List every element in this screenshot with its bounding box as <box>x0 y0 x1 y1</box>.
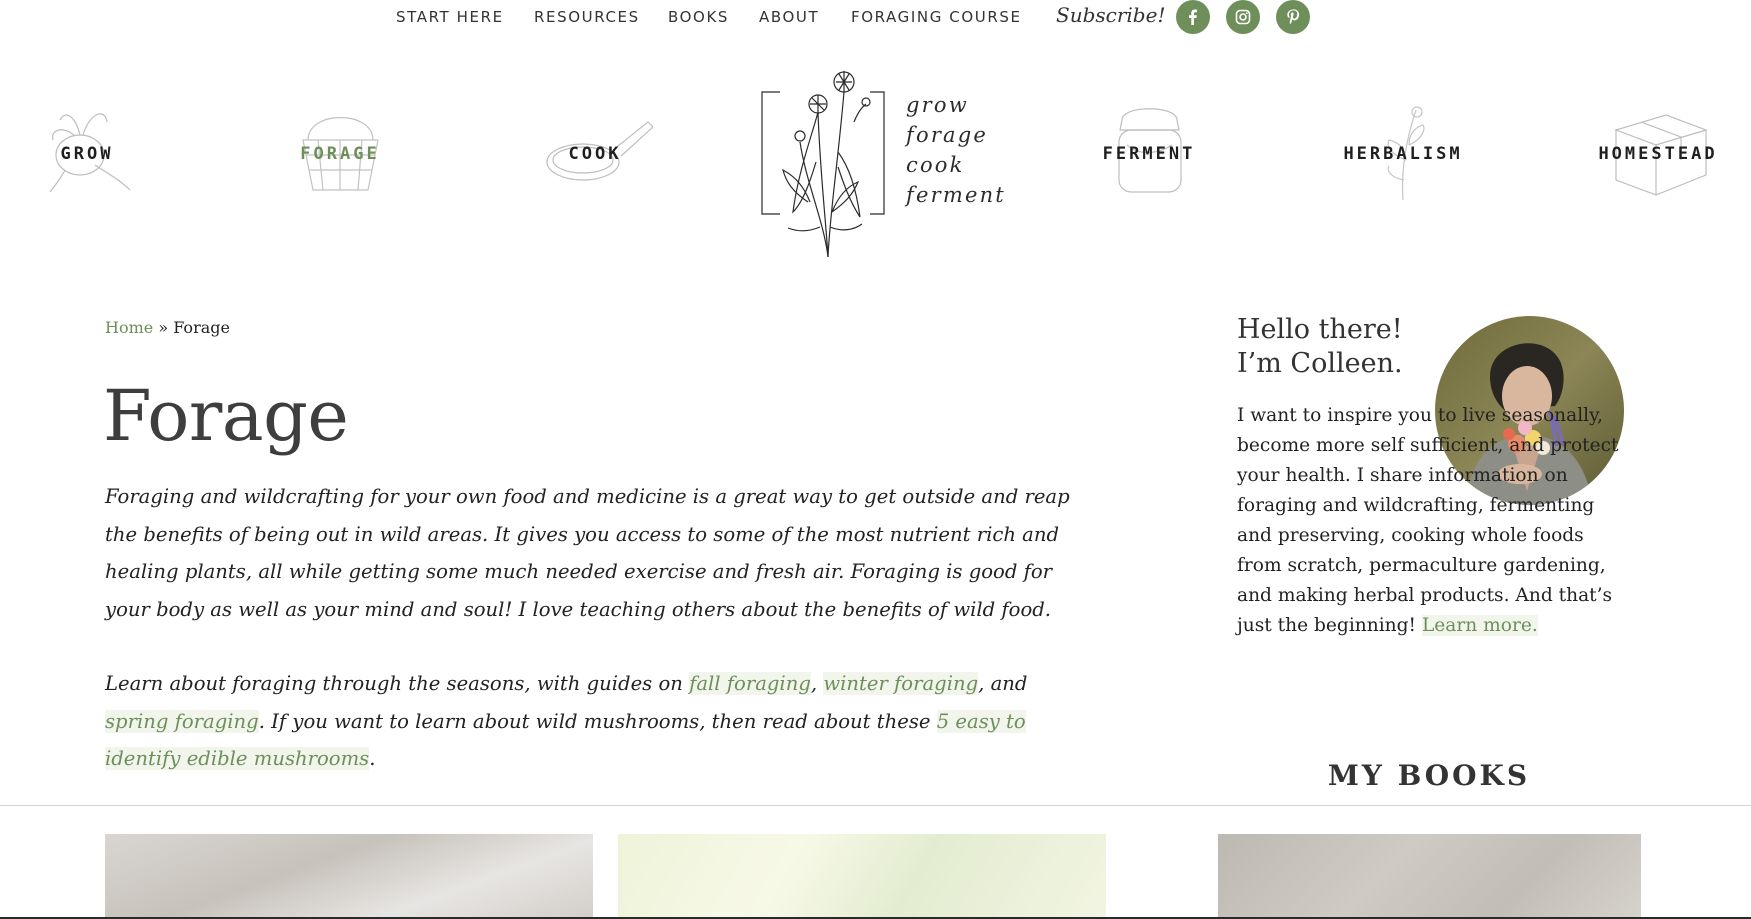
page-title: Forage <box>103 375 349 457</box>
category-ferment-label: FERMENT <box>1102 144 1196 164</box>
category-herbalism-label: HERBALISM <box>1343 144 1463 164</box>
sidebar-greeting: Hello there! I’m Colleen. <box>1237 313 1403 381</box>
category-cook-label: COOK <box>568 144 622 164</box>
guides-text-4: . If you want to learn about wild mushro… <box>258 709 937 733</box>
author-intro: I want to inspire you to live seasonally… <box>1237 401 1629 641</box>
logo-word-forage: forage <box>906 123 989 147</box>
intro-paragraph: Foraging and wildcrafting for your own f… <box>105 485 1070 621</box>
learn-more-link[interactable]: Learn more. <box>1421 615 1538 636</box>
nav-books[interactable]: BOOKS <box>668 8 729 26</box>
breadcrumb-home-link[interactable]: Home <box>105 318 153 337</box>
author-intro-text: I want to inspire you to live seasonally… <box>1237 405 1619 636</box>
guides-text-5: . <box>369 747 376 770</box>
guides-text-3: , and <box>978 672 1028 695</box>
site-logo[interactable]: grow forage cook ferment <box>758 52 1008 258</box>
winter-foraging-link[interactable]: winter foraging <box>823 672 979 695</box>
facebook-icon[interactable] <box>1176 0 1210 34</box>
category-forage-label: FORAGE <box>300 144 380 164</box>
instagram-icon[interactable] <box>1226 0 1260 34</box>
post-thumbnail-1[interactable] <box>105 834 593 919</box>
category-homestead[interactable]: HOMESTEAD <box>1588 100 1728 210</box>
nav-resources[interactable]: RESOURCES <box>534 8 640 26</box>
logo-word-grow: grow <box>906 93 969 117</box>
fall-foraging-link[interactable]: fall foraging <box>689 672 811 695</box>
pinterest-icon[interactable] <box>1276 0 1310 34</box>
greeting-line-1: Hello there! <box>1237 314 1403 345</box>
spring-foraging-link[interactable]: spring foraging <box>105 709 259 733</box>
my-books-heading: MY BOOKS <box>1327 759 1531 792</box>
guides-text-1: Learn about foraging through the seasons… <box>105 672 690 695</box>
breadcrumb-separator: » <box>153 318 174 337</box>
nav-about[interactable]: ABOUT <box>759 8 819 26</box>
dandelion-logo-icon <box>761 71 885 258</box>
post-thumbnail-2[interactable] <box>618 834 1106 919</box>
breadcrumb-current: Forage <box>173 318 230 337</box>
greeting-line-2: I’m Colleen. <box>1237 348 1403 379</box>
category-grow[interactable]: GROW <box>17 100 157 210</box>
section-divider <box>0 805 1751 806</box>
category-herbalism[interactable]: HERBALISM <box>1333 100 1473 210</box>
category-ferment[interactable]: FERMENT <box>1079 100 1219 210</box>
book-cover-thumbnail[interactable] <box>1218 834 1641 919</box>
guides-paragraph: Learn about foraging through the seasons… <box>105 665 1090 778</box>
category-forage[interactable]: FORAGE <box>270 100 410 210</box>
logo-word-cook: cook <box>906 153 965 177</box>
nav-subscribe[interactable]: Subscribe! <box>1056 3 1165 27</box>
nav-foraging-course[interactable]: FORAGING COURSE <box>851 8 1022 26</box>
breadcrumb: Home » Forage <box>105 318 230 337</box>
category-cook[interactable]: COOK <box>525 100 665 210</box>
nav-start-here[interactable]: START HERE <box>396 8 504 26</box>
category-grow-label: GROW <box>60 144 114 164</box>
logo-word-ferment: ferment <box>906 183 1006 207</box>
category-homestead-label: HOMESTEAD <box>1598 144 1718 164</box>
top-navigation: START HERE RESOURCES BOOKS ABOUT FORAGIN… <box>0 0 1751 34</box>
guides-text-2: , <box>810 672 824 695</box>
